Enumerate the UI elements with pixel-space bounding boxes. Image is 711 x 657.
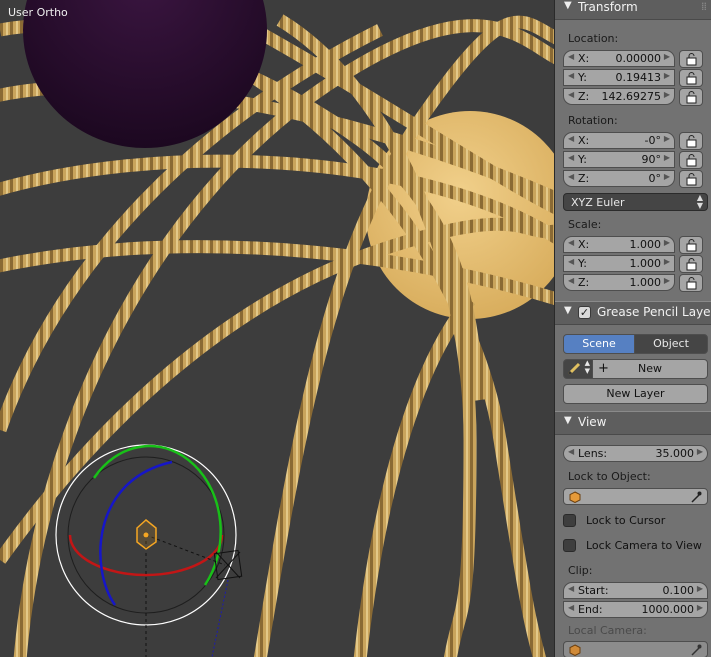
location-label: Location: bbox=[568, 32, 619, 45]
lock-location-z-toggle[interactable] bbox=[679, 88, 703, 106]
local-camera-label: Local Camera: bbox=[568, 624, 647, 637]
transform-title: Transform bbox=[578, 0, 638, 14]
lock-to-object-label: Lock to Object: bbox=[568, 470, 651, 483]
plus-icon: + bbox=[598, 361, 609, 376]
lock-camera-to-view-checkbox[interactable] bbox=[563, 539, 576, 552]
location-z-field[interactable]: ◀ Z: 142.69275 ▶ bbox=[563, 88, 675, 105]
lock-rotation-x-toggle[interactable] bbox=[679, 132, 703, 150]
view-title: View bbox=[578, 415, 607, 429]
rotation-x-field[interactable]: ◀ X: -0° ▶ bbox=[563, 132, 675, 149]
collapse-triangle-icon[interactable]: ▼ bbox=[564, 0, 572, 11]
increment-arrow-icon[interactable]: ▶ bbox=[664, 90, 670, 99]
clip-end-field[interactable]: ◀ End: 1000.000 ▶ bbox=[563, 601, 708, 618]
lock-scale-x-toggle[interactable] bbox=[679, 236, 703, 254]
increment-arrow-icon[interactable]: ▶ bbox=[697, 447, 703, 456]
object-cube-icon bbox=[569, 644, 581, 656]
decrement-arrow-icon[interactable]: ◀ bbox=[568, 584, 574, 593]
collapse-triangle-icon[interactable]: ▼ bbox=[564, 415, 572, 426]
decrement-arrow-icon[interactable]: ◀ bbox=[568, 71, 574, 80]
grease-pencil-enable-checkbox[interactable]: ✓ bbox=[578, 306, 591, 319]
rotation-gizmo bbox=[55, 444, 243, 657]
decrement-arrow-icon[interactable]: ◀ bbox=[568, 603, 574, 612]
eyedropper-icon bbox=[691, 491, 702, 503]
lock-to-cursor-checkbox[interactable] bbox=[563, 514, 576, 527]
up-down-arrows-icon: ▲ ▼ bbox=[696, 193, 703, 210]
drag-grip-icon[interactable]: ⁞⁞ bbox=[701, 0, 707, 13]
decrement-arrow-icon[interactable]: ◀ bbox=[568, 447, 574, 456]
new-layer-button[interactable]: New Layer bbox=[563, 384, 708, 404]
padlock-icon bbox=[686, 91, 697, 104]
increment-arrow-icon[interactable]: ▶ bbox=[664, 71, 670, 80]
3d-viewport[interactable]: User Ortho bbox=[0, 0, 554, 657]
view-header[interactable]: ▼ View bbox=[555, 411, 711, 435]
padlock-icon bbox=[686, 277, 697, 290]
viewport-view-label: User Ortho bbox=[8, 6, 68, 19]
lock-scale-z-toggle[interactable] bbox=[679, 274, 703, 292]
increment-arrow-icon[interactable]: ▶ bbox=[664, 172, 670, 181]
transform-header[interactable]: ▼ Transform ⁞⁞ bbox=[555, 0, 711, 20]
clip-label: Clip: bbox=[568, 564, 593, 577]
increment-arrow-icon[interactable]: ▶ bbox=[697, 603, 703, 612]
increment-arrow-icon[interactable]: ▶ bbox=[664, 276, 670, 285]
increment-arrow-icon[interactable]: ▶ bbox=[664, 238, 670, 247]
viewport-scene bbox=[0, 0, 554, 657]
increment-arrow-icon[interactable]: ▶ bbox=[664, 52, 670, 61]
grease-pencil-datablock-selector[interactable]: ▲ ▼ bbox=[563, 359, 593, 379]
padlock-icon bbox=[686, 239, 697, 252]
scale-label: Scale: bbox=[568, 218, 602, 231]
new-grease-pencil-button[interactable]: + New bbox=[592, 359, 708, 379]
padlock-icon bbox=[686, 72, 697, 85]
lock-rotation-z-toggle[interactable] bbox=[679, 170, 703, 188]
padlock-icon bbox=[686, 173, 697, 186]
padlock-icon bbox=[686, 258, 697, 271]
lock-scale-y-toggle[interactable] bbox=[679, 255, 703, 273]
decrement-arrow-icon[interactable]: ◀ bbox=[568, 238, 574, 247]
decrement-arrow-icon[interactable]: ◀ bbox=[568, 134, 574, 143]
increment-arrow-icon[interactable]: ▶ bbox=[664, 257, 670, 266]
local-camera-field[interactable] bbox=[563, 641, 708, 657]
pencil-icon bbox=[567, 362, 581, 376]
decrement-arrow-icon[interactable]: ◀ bbox=[568, 52, 574, 61]
collapse-triangle-icon[interactable]: ▼ bbox=[564, 305, 572, 316]
decrement-arrow-icon[interactable]: ◀ bbox=[568, 153, 574, 162]
lock-to-cursor-label: Lock to Cursor bbox=[586, 514, 666, 527]
location-y-field[interactable]: ◀ Y: 0.19413 ▶ bbox=[563, 69, 675, 86]
location-x-field[interactable]: ◀ X: 0.00000 ▶ bbox=[563, 50, 675, 67]
padlock-icon bbox=[686, 53, 697, 66]
clip-start-field[interactable]: ◀ Start: 0.100 ▶ bbox=[563, 582, 708, 599]
lock-camera-to-view-label: Lock Camera to View bbox=[586, 539, 702, 552]
increment-arrow-icon[interactable]: ▶ bbox=[697, 584, 703, 593]
grease-pencil-title: Grease Pencil Layers bbox=[597, 305, 711, 319]
grease-pencil-header[interactable]: ▼ ✓ Grease Pencil Layers bbox=[555, 301, 711, 325]
decrement-arrow-icon[interactable]: ◀ bbox=[568, 90, 574, 99]
increment-arrow-icon[interactable]: ▶ bbox=[664, 134, 670, 143]
object-cube-icon bbox=[569, 491, 581, 503]
scale-z-field[interactable]: ◀ Z: 1.000 ▶ bbox=[563, 274, 675, 291]
up-down-arrows-icon: ▲ ▼ bbox=[584, 359, 590, 375]
tab-scene[interactable]: Scene bbox=[563, 334, 635, 354]
decrement-arrow-icon[interactable]: ◀ bbox=[568, 276, 574, 285]
padlock-icon bbox=[686, 135, 697, 148]
rotation-mode-select[interactable]: XYZ Euler ▲ ▼ bbox=[563, 193, 708, 211]
lock-to-object-field[interactable] bbox=[563, 488, 708, 505]
decrement-arrow-icon[interactable]: ◀ bbox=[568, 172, 574, 181]
tab-object[interactable]: Object bbox=[634, 334, 708, 354]
lock-rotation-y-toggle[interactable] bbox=[679, 151, 703, 169]
eyedropper-icon bbox=[691, 644, 702, 656]
padlock-icon bbox=[686, 154, 697, 167]
lock-location-x-toggle[interactable] bbox=[679, 50, 703, 68]
decrement-arrow-icon[interactable]: ◀ bbox=[568, 257, 574, 266]
rotation-z-field[interactable]: ◀ Z: 0° ▶ bbox=[563, 170, 675, 187]
lock-location-y-toggle[interactable] bbox=[679, 69, 703, 87]
rotation-y-field[interactable]: ◀ Y: 90° ▶ bbox=[563, 151, 675, 168]
increment-arrow-icon[interactable]: ▶ bbox=[664, 153, 670, 162]
scale-y-field[interactable]: ◀ Y: 1.000 ▶ bbox=[563, 255, 675, 272]
properties-panel: ▼ Transform ⁞⁞ Location: ◀ X: 0.00000 ▶ … bbox=[554, 0, 711, 657]
scale-x-field[interactable]: ◀ X: 1.000 ▶ bbox=[563, 236, 675, 253]
rotation-label: Rotation: bbox=[568, 114, 618, 127]
lens-field[interactable]: ◀ Lens: 35.000 ▶ bbox=[563, 445, 708, 462]
